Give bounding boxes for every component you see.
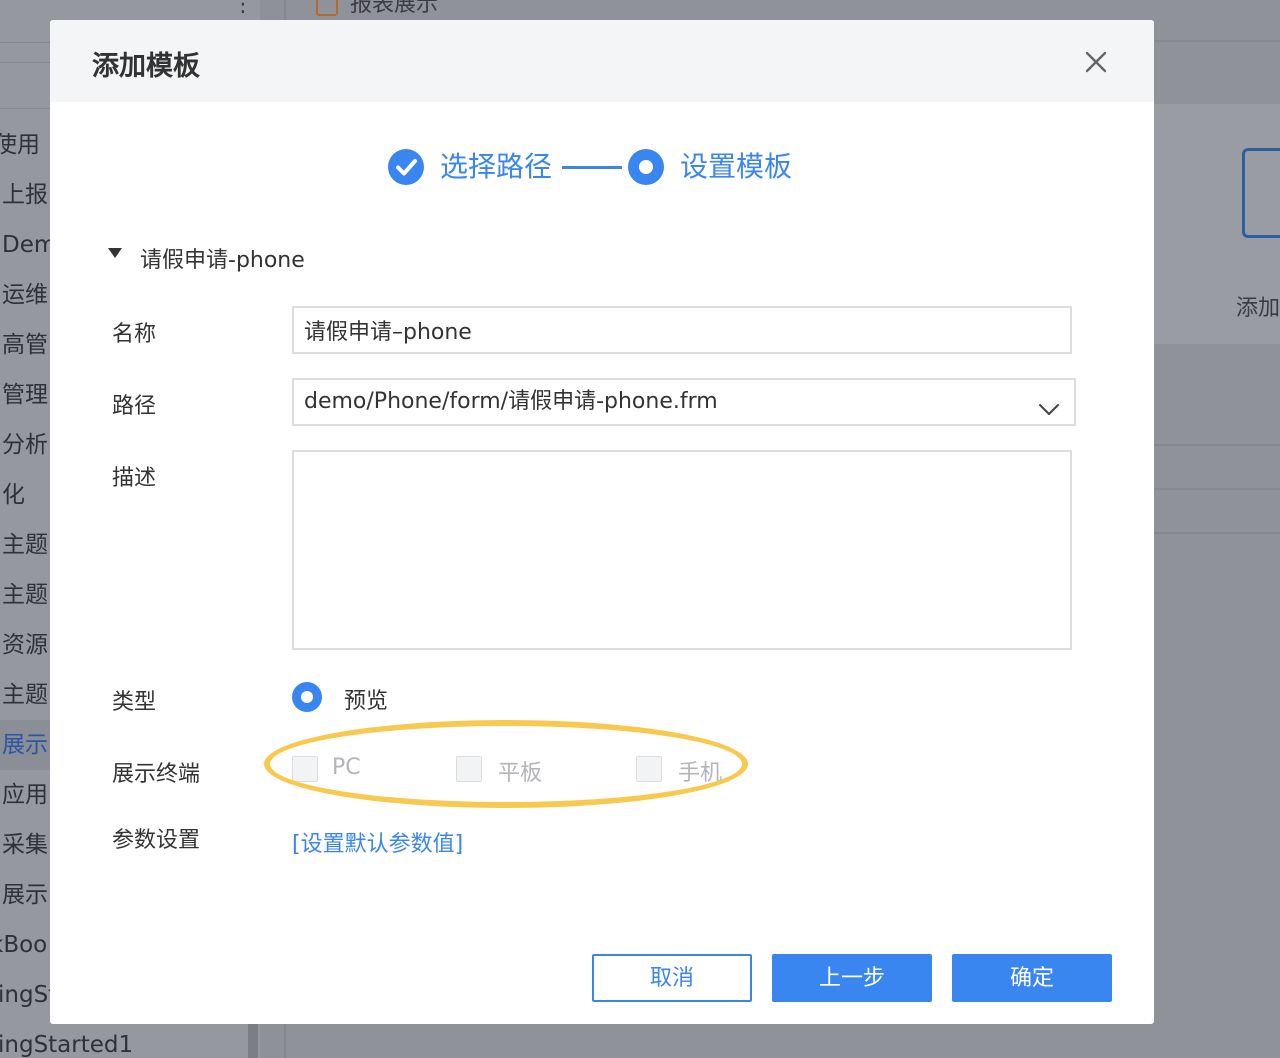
- close-icon[interactable]: [1082, 48, 1110, 76]
- type-label: 类型: [112, 690, 157, 715]
- add-template-card[interactable]: 添加: [1152, 104, 1280, 344]
- cancel-button[interactable]: 取消: [592, 954, 752, 1002]
- report-icon: [316, 0, 338, 16]
- phone-checkbox-label: 手机: [678, 761, 723, 786]
- sidebar-scrollbar[interactable]: [248, 1020, 258, 1058]
- add-template-dialog: 添加模板 选择路径 设置模板 请假申请-phone 名称 路径 demo/Pho…: [50, 20, 1154, 1024]
- preview-radio-label[interactable]: 预览: [344, 683, 388, 715]
- divider: [1152, 532, 1280, 534]
- step-label: 选择路径: [440, 150, 553, 183]
- dialog-header: 添加模板: [50, 20, 1154, 102]
- active-step-icon: [628, 149, 664, 185]
- path-value: demo/Phone/form/请假申请-phone.frm: [304, 389, 718, 414]
- path-select[interactable]: demo/Phone/form/请假申请-phone.frm: [292, 378, 1076, 426]
- previous-step-button[interactable]: 上一步: [772, 954, 932, 1002]
- divider: [1152, 40, 1280, 42]
- tablet-checkbox[interactable]: [456, 756, 482, 782]
- divider: [1152, 488, 1280, 490]
- name-label: 名称: [112, 322, 157, 347]
- check-icon: [388, 149, 424, 185]
- description-label: 描述: [112, 466, 157, 491]
- phone-checkbox[interactable]: [636, 756, 662, 782]
- pc-checkbox-label: PC: [332, 755, 361, 780]
- pc-checkbox[interactable]: [292, 756, 318, 782]
- confirm-button[interactable]: 确定: [952, 954, 1112, 1002]
- sidebar-item[interactable]: ingStarted1: [0, 1020, 260, 1058]
- divider: [1152, 444, 1280, 446]
- link-icon: [1242, 148, 1280, 238]
- step-label: 设置模板: [680, 150, 793, 183]
- preview-radio[interactable]: [292, 682, 322, 712]
- more-icon: ⋮: [232, 0, 254, 17]
- caret-down-icon[interactable]: [108, 248, 122, 258]
- name-input[interactable]: [292, 306, 1072, 354]
- step-connector: [562, 166, 622, 169]
- section-title[interactable]: 请假申请-phone: [140, 242, 305, 274]
- path-label: 路径: [112, 394, 157, 419]
- chevron-down-icon: [1038, 392, 1060, 415]
- param-label: 参数设置: [112, 828, 201, 853]
- dialog-title: 添加模板: [92, 51, 200, 82]
- terminal-label: 展示终端: [112, 762, 201, 787]
- set-default-params-link[interactable]: [设置默认参数值]: [292, 826, 463, 858]
- background-tab[interactable]: 报表展示: [316, 0, 438, 18]
- tablet-checkbox-label: 平板: [498, 761, 543, 786]
- description-textarea[interactable]: [292, 450, 1072, 650]
